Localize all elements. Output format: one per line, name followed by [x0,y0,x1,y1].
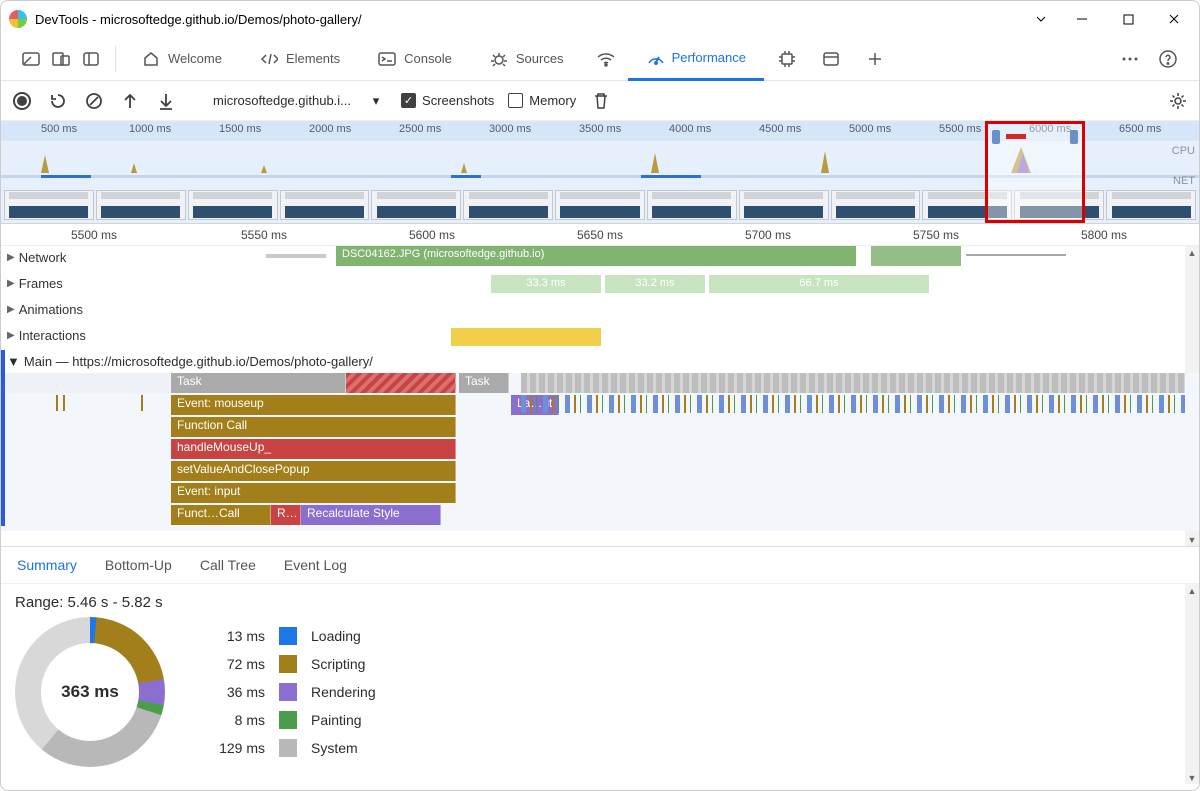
legend-row: 129 msSystem [205,739,376,757]
reload-button[interactable] [47,90,69,112]
trash-icon[interactable] [590,90,612,112]
window-titlebar: DevTools - microsoftedge.github.io/Demos… [1,1,1199,37]
close-button[interactable] [1151,3,1197,35]
summary-scrollbar[interactable]: ▲ ▼ [1185,584,1199,784]
summary-total: 363 ms [15,617,165,767]
summary-range: Range: 5.46 s - 5.82 s [15,594,1185,611]
minimize-button[interactable] [1059,3,1105,35]
tab-memory-tool[interactable] [766,37,808,81]
bug-icon [490,50,508,68]
legend-row: 8 msPainting [205,711,376,729]
tab-label: Performance [672,50,746,65]
tab-bottomup[interactable]: Bottom-Up [105,557,172,573]
plus-icon [866,50,884,68]
device-emulation-icon[interactable] [51,49,71,69]
app-icon [9,10,27,28]
net-tail [966,254,1066,256]
tab-elements[interactable]: Elements [242,37,358,81]
tab-console[interactable]: Console [360,37,470,81]
tab-add[interactable] [854,37,896,81]
legend-row: 13 msLoading [205,627,376,645]
console-icon [378,50,396,68]
summary-donut-chart: 363 ms [15,617,165,767]
tab-eventlog[interactable]: Event Log [284,557,347,573]
selection-handle-right[interactable] [1070,130,1078,144]
interaction-bar[interactable] [451,328,601,346]
legend-row: 36 msRendering [205,683,376,701]
tab-sources[interactable]: Sources [472,37,582,81]
tab-label: Welcome [168,51,222,66]
selection-handle-left[interactable] [992,130,1000,144]
tab-performance[interactable]: Performance [628,37,764,81]
tab-label: Console [404,51,452,66]
cpu-spike-marker [1006,134,1026,139]
screenshots-checkbox[interactable]: ✓Screenshots [401,93,494,108]
tab-welcome[interactable]: Welcome [124,37,240,81]
home-icon [142,50,160,68]
window-icon [822,50,840,68]
gear-icon[interactable] [1167,90,1189,112]
performance-toolbar: microsoftedge.github.i... ▾ ✓Screenshots… [1,81,1199,121]
network-bar[interactable]: DSC04162.JPG (microsoftedge.github.io) [336,246,856,266]
tab-calltree[interactable]: Call Tree [200,557,256,573]
net-pre-bar [266,254,326,258]
detail-ruler: 5500 ms 5550 ms 5600 ms 5650 ms 5700 ms … [1,224,1199,246]
track-interactions[interactable]: ▶Interactions [1,324,1199,350]
chip-icon [778,50,796,68]
upload-button[interactable] [119,90,141,112]
track-animations[interactable]: ▶Animations [1,298,1199,324]
tab-summary[interactable]: Summary [17,557,77,573]
window-title: DevTools - microsoftedge.github.io/Demos… [35,12,362,27]
help-icon[interactable] [1157,48,1179,70]
maximize-button[interactable] [1105,3,1151,35]
performance-tracks: ▲ ▼ ▶Network DSC04162.JPG (microsoftedge… [1,246,1199,546]
track-main[interactable]: ▼Main — https://microsoftedge.github.io/… [1,350,1199,531]
wifi-icon [596,50,614,68]
clear-button[interactable] [83,90,105,112]
devtools-tabbar: Welcome Elements Console Sources Perform… [1,37,1199,81]
code-icon [260,50,278,68]
memory-checkbox[interactable]: Memory [508,93,576,108]
tab-application[interactable] [810,37,852,81]
tab-label: Elements [286,51,340,66]
gauge-icon [646,49,664,67]
playhead [1,350,5,526]
micro-tasks [521,395,1185,413]
left-markers [1,395,171,505]
summary-pane: ▲ ▼ Range: 5.46 s - 5.82 s 363 ms 13 msL… [1,584,1199,784]
network-bar-2[interactable] [871,246,961,266]
tab-network-conditions[interactable] [584,37,626,81]
tab-label: Sources [516,51,564,66]
track-network[interactable]: ▶Network DSC04162.JPG (microsoftedge.git… [1,246,1199,272]
flame-chart[interactable]: Task Event: mouseup Function Call handle… [1,373,1199,531]
more-icon[interactable] [1119,48,1141,70]
recording-url[interactable]: microsoftedge.github.i... [213,93,351,108]
url-chevron-icon[interactable]: ▾ [365,90,387,112]
record-button[interactable] [11,90,33,112]
summary-legend: 13 msLoading 72 msScripting 36 msRenderi… [205,627,376,757]
chevron-down-icon[interactable] [1023,3,1059,35]
task-strip [521,373,1185,393]
dock-left-icon[interactable] [21,49,41,69]
dock-side-icon[interactable] [81,49,101,69]
legend-row: 72 msScripting [205,655,376,673]
details-tabs: Summary Bottom-Up Call Tree Event Log [1,546,1199,584]
overview-timeline[interactable]: 500 ms 1000 ms 1500 ms 2000 ms 2500 ms 3… [1,121,1199,224]
overview-selection[interactable] [985,121,1085,223]
download-button[interactable] [155,90,177,112]
track-frames[interactable]: ▶Frames 33.3 ms 33.2 ms 66.7 ms [1,272,1199,298]
